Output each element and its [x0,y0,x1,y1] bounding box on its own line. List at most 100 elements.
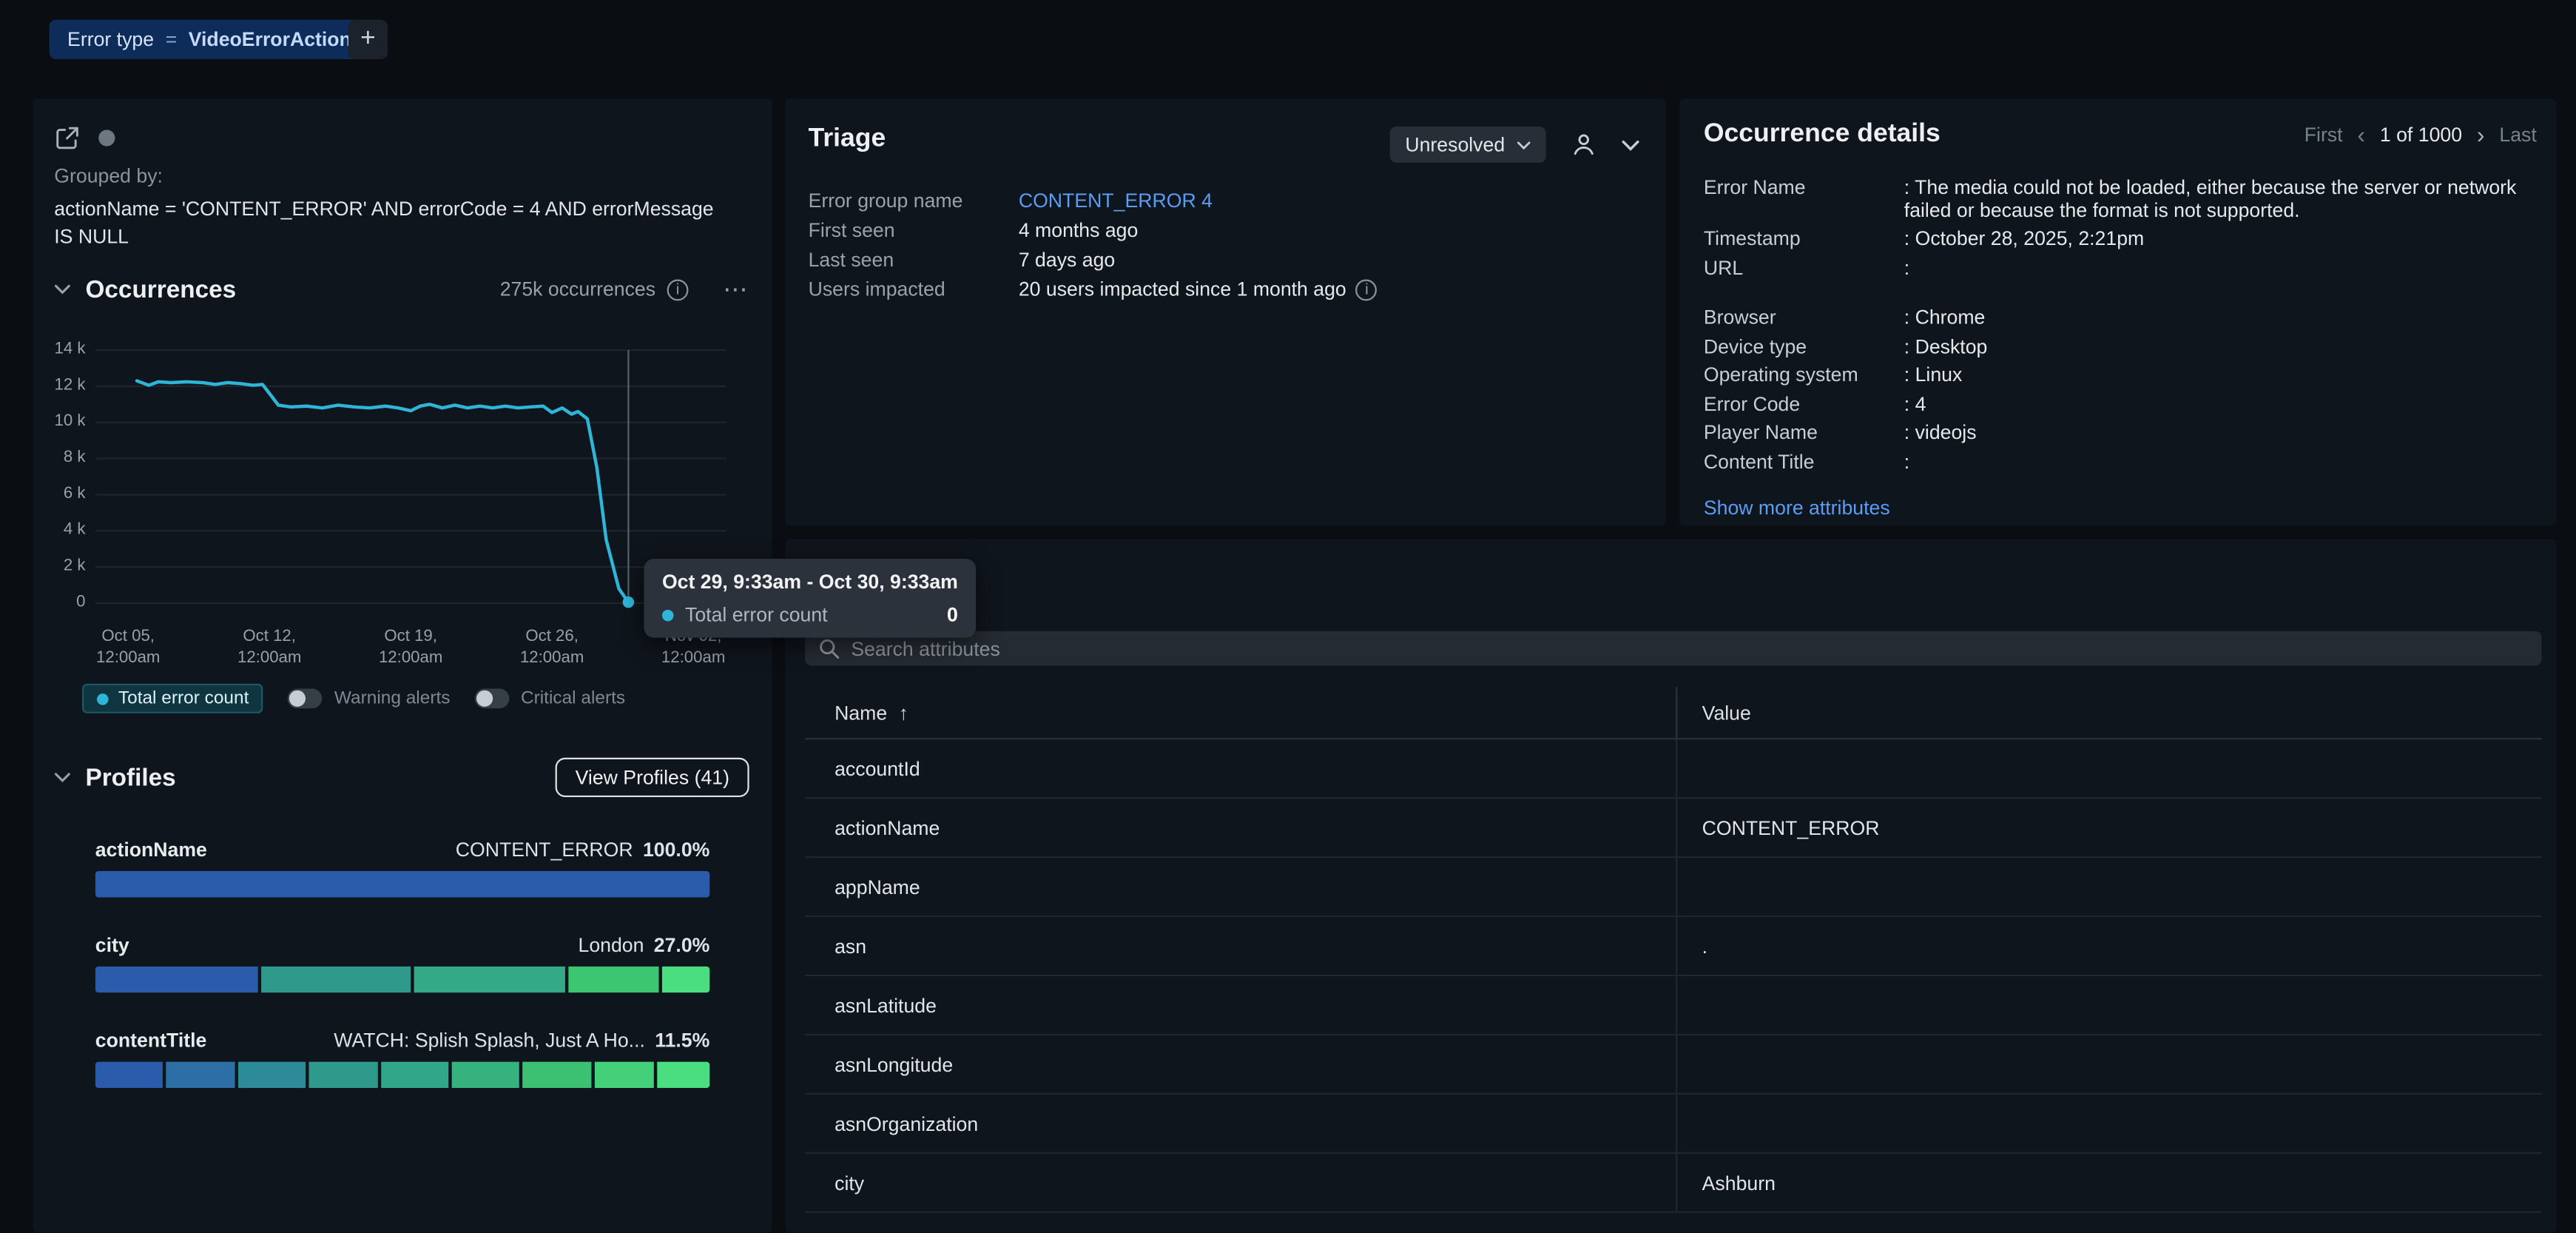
triage-row: Error group name CONTENT_ERROR 4 [809,191,1643,212]
column-header-value[interactable]: Value [1676,687,2541,738]
attribute-row[interactable]: asnLatitude [805,976,2541,1035]
column-header-name[interactable]: Name ↑ [805,687,1676,738]
triage-row-value: 4 months ago [1019,221,1138,242]
attribute-row[interactable]: city Ashburn [805,1154,2541,1213]
detail-field-value: : Desktop [1904,336,2537,358]
profile-row-head: actionName CONTENT_ERROR100.0% [95,839,710,861]
attribute-name-cell: appName [805,858,1676,915]
detail-field-row: URL : [1704,258,2537,280]
collapse-chevron-icon[interactable] [1622,139,1639,151]
pagination-first[interactable]: First [2304,124,2343,147]
profile-bar-segment[interactable] [656,1062,709,1089]
attributes-table-header: Name ↑ Value [805,687,2541,739]
occurrences-header: Occurrences 275k occurrences i ⋯ [54,269,749,309]
gray-dot-icon[interactable] [98,130,115,146]
attribute-row[interactable]: asnLongitude [805,1035,2541,1095]
occurrences-chart[interactable] [95,343,726,613]
add-filter-button[interactable]: + [348,20,388,59]
profile-top-percent: 11.5% [655,1029,709,1052]
info-icon[interactable]: i [667,278,689,300]
warning-alerts-toggle[interactable] [289,688,323,708]
detail-field-row: Device type : Desktop [1704,336,2537,358]
critical-alerts-toggle[interactable] [475,688,510,708]
legend-total-error-count[interactable]: Total error count [82,684,263,713]
profile-bar-segment[interactable] [661,967,709,993]
chevron-down-icon[interactable] [54,284,70,294]
y-axis-label: 14 k [54,340,85,358]
triage-row-label: First seen [809,221,1019,242]
profile-bar-segment[interactable] [95,967,257,993]
profile-bar-segment[interactable] [414,967,564,993]
search-attributes-input[interactable] [851,637,2528,660]
y-axis-label: 2 k [64,557,86,575]
attribute-value-cell [1676,739,2541,797]
triage-row-value: 20 users impacted since 1 month ago i [1019,280,1378,301]
triage-title: Triage [809,125,886,155]
profile-distribution-bar[interactable] [95,1062,710,1089]
detail-field-value: : The media could not be loaded, either … [1904,178,2537,222]
profile-bar-segment[interactable] [523,1062,591,1089]
toggle-knob [290,691,306,707]
profile-bar-segment[interactable] [95,871,710,898]
profile-distribution-bar[interactable] [95,871,710,898]
profile-row: contentTitle WATCH: Splish Splash, Just … [95,1029,710,1088]
ellipsis-menu-icon[interactable]: ⋯ [723,275,749,304]
attribute-row[interactable]: asnOrganization [805,1095,2541,1154]
status-dropdown[interactable]: Unresolved [1390,127,1545,163]
detail-field-label: Timestamp [1704,229,1904,251]
tooltip-series-row: Total error count 0 [662,603,958,626]
profile-rows: actionName CONTENT_ERROR100.0% city Lond… [95,839,710,1124]
legend-total-label: Total error count [118,688,249,708]
profile-bar-segment[interactable] [237,1062,306,1089]
pagination-next-icon[interactable]: › [2477,125,2484,145]
profile-bar-segment[interactable] [309,1062,377,1089]
export-icon[interactable] [54,125,81,152]
profile-distribution-bar[interactable] [95,967,710,993]
view-profiles-button[interactable]: View Profiles (41) [556,758,749,797]
attribute-name-cell: asnOrganization [805,1095,1676,1152]
assignee-person-icon[interactable] [1571,132,1597,158]
grouped-by-block: Grouped by: actionName = 'CONTENT_ERROR'… [54,164,727,252]
triage-row-label: Error group name [809,191,1019,212]
profile-bar-segment[interactable] [166,1062,235,1089]
attributes-table: Name ↑ Value accountId actionName CONTEN… [805,687,2541,1213]
profile-bar-segment[interactable] [451,1062,519,1089]
x-axis-label: Oct 19,12:00am [379,626,442,669]
triage-row-value[interactable]: CONTENT_ERROR 4 [1019,191,1213,212]
legend-dot-icon [97,693,109,705]
profile-bar-segment[interactable] [568,967,658,993]
info-icon[interactable]: i [1356,280,1378,301]
triage-rows: Error group name CONTENT_ERROR 4 First s… [809,191,1643,309]
y-axis-label: 6 k [64,485,86,503]
toggle-knob [476,691,493,707]
profile-bar-segment[interactable] [261,967,411,993]
attributes-table-body: accountId actionName CONTENT_ERROR appNa… [805,739,2541,1213]
attribute-row[interactable]: accountId [805,739,2541,799]
attribute-row[interactable]: appName [805,858,2541,917]
details-fields-primary: Error Name : The media could not be load… [1704,178,2537,280]
profile-row-head: contentTitle WATCH: Splish Splash, Just … [95,1029,710,1052]
detail-field-label: Browser [1704,307,1904,329]
pagination-last[interactable]: Last [2499,124,2536,147]
attribute-row[interactable]: actionName CONTENT_ERROR [805,799,2541,858]
pagination-prev-icon[interactable]: ‹ [2358,125,2365,145]
attribute-name-cell: city [805,1154,1676,1212]
profile-bar-segment[interactable] [594,1062,653,1089]
show-more-attributes-link[interactable]: Show more attributes [1704,497,1890,520]
detail-field-label: Device type [1704,336,1904,358]
triage-row-label: Last seen [809,250,1019,272]
detail-field-value: : [1904,451,2537,474]
profile-bar-segment[interactable] [95,1062,163,1089]
attributes-search[interactable] [805,631,2541,666]
y-axis-label: 4 k [64,521,86,539]
profile-bar-segment[interactable] [380,1062,448,1089]
occurrences-count: 275k occurrences [500,278,655,300]
chevron-down-icon[interactable] [54,773,70,782]
attribute-name-cell: accountId [805,739,1676,797]
critical-alerts-label: Critical alerts [521,688,625,708]
panel-toolbar [54,125,115,152]
sort-asc-icon: ↑ [899,701,908,724]
attribute-row[interactable]: asn . [805,917,2541,976]
filter-chip-error-type[interactable]: Error type = VideoErrorAction [50,20,370,59]
attribute-name-cell: asnLatitude [805,976,1676,1034]
